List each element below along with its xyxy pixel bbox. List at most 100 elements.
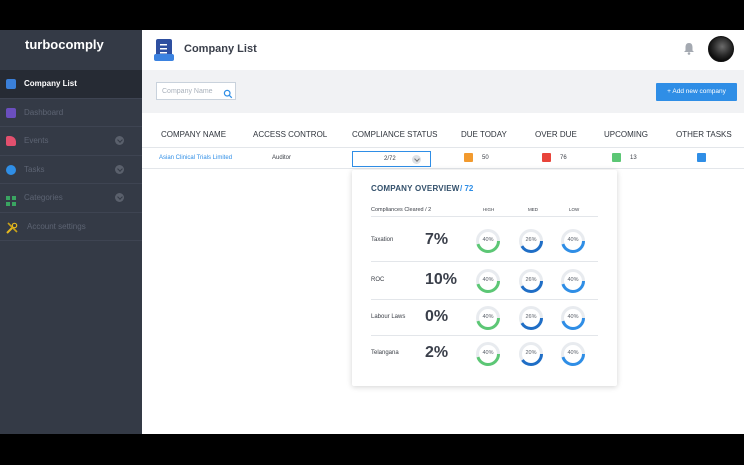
- donut-chart: 40%: [476, 229, 500, 253]
- overview-subtitle: Compliances Cleared / 2: [371, 207, 432, 213]
- events-icon: [6, 136, 16, 146]
- sidebar-item-label: Company List: [24, 79, 77, 89]
- overview-row-percent: 7%: [425, 231, 449, 248]
- sidebar-item-company-list[interactable]: Company List: [0, 70, 142, 99]
- company-list-icon: [6, 79, 16, 89]
- donut-chart: 26%: [519, 229, 543, 253]
- overview-row-label: ROC: [371, 277, 385, 283]
- overview-row-percent: 0%: [425, 308, 449, 325]
- avatar[interactable]: [708, 36, 734, 62]
- donut-label: 20%: [525, 350, 537, 356]
- donut-chart: 40%: [561, 306, 585, 330]
- column-header-other-tasks[interactable]: OTHER TASKS: [676, 130, 732, 139]
- company-overview-panel: COMPANY OVERVIEW / 72 Compliances Cleare…: [352, 170, 617, 386]
- sidebar-item-account-settings[interactable]: Account settings: [0, 213, 142, 241]
- donut-label: 26%: [525, 237, 537, 243]
- overview-title: COMPANY OVERVIEW: [371, 184, 460, 193]
- donut-label: 40%: [567, 350, 579, 356]
- chevron-down-icon[interactable]: [115, 164, 124, 174]
- column-header-company-name[interactable]: COMPANY NAME: [161, 130, 226, 139]
- over-due-square-icon: [542, 153, 551, 162]
- column-header-upcoming[interactable]: UPCOMING: [604, 130, 648, 139]
- overview-total: / 72: [460, 184, 474, 193]
- overview-row-label: Telangana: [371, 350, 399, 356]
- company-table: COMPANY NAME ACCESS CONTROL COMPLIANCE S…: [142, 113, 744, 169]
- other-tasks-square-icon: [697, 153, 706, 162]
- sidebar-item-dashboard[interactable]: Dashboard: [0, 99, 142, 127]
- sidebar-item-label: Events: [24, 136, 49, 146]
- upcoming-square-icon: [612, 153, 621, 162]
- compliance-status-value: 2/72: [384, 156, 396, 162]
- donut-chart: 26%: [519, 306, 543, 330]
- toolbar: + Add new company: [142, 70, 744, 113]
- donut-chart: 40%: [476, 342, 500, 366]
- column-med: MED: [528, 207, 538, 212]
- donut-label: 40%: [567, 277, 579, 283]
- over-due-count: 76: [560, 155, 567, 161]
- sidebar-item-label: Categories: [24, 193, 63, 203]
- donut-label: 40%: [482, 350, 494, 356]
- overview-row-percent: 10%: [425, 271, 458, 288]
- access-control-value: Auditor: [272, 155, 292, 161]
- logo: turbocomply: [25, 37, 104, 52]
- donut-chart: 40%: [561, 229, 585, 253]
- donut-label: 26%: [525, 314, 537, 320]
- sidebar: Company List Dashboard Events Tasks Cate…: [0, 30, 142, 434]
- upcoming-count: 13: [630, 155, 637, 161]
- donut-chart: 40%: [561, 269, 585, 293]
- add-company-button[interactable]: + Add new company: [656, 83, 737, 101]
- donut-chart: 40%: [476, 306, 500, 330]
- donut-label: 26%: [525, 277, 537, 283]
- tasks-icon: [6, 164, 16, 175]
- donut-chart: 40%: [561, 342, 585, 366]
- overview-row: Labour Laws 0% 40% 26% 40%: [352, 300, 617, 336]
- company-list-icon: [154, 39, 174, 61]
- search-icon[interactable]: [223, 86, 233, 99]
- due-today-square-icon: [464, 153, 473, 162]
- sidebar-item-events[interactable]: Events: [0, 127, 142, 156]
- donut-label: 40%: [482, 314, 494, 320]
- donut-chart: 26%: [519, 269, 543, 293]
- chevron-down-icon[interactable]: [115, 136, 124, 145]
- column-header-due-today[interactable]: DUE TODAY: [461, 130, 507, 139]
- compliance-status-dropdown[interactable]: 2/72: [352, 151, 431, 167]
- sidebar-item-categories[interactable]: Categories: [0, 184, 142, 213]
- donut-label: 40%: [567, 314, 579, 320]
- column-header-access-control[interactable]: ACCESS CONTROL: [253, 130, 327, 139]
- table-row[interactable]: Asian Clinical Trials Limited Auditor 2/…: [142, 147, 744, 169]
- page-header: Company List: [142, 30, 744, 70]
- tools-icon: [6, 221, 18, 234]
- overview-row: Taxation 7% 40% 26% 40%: [352, 220, 617, 262]
- chevron-down-icon[interactable]: [115, 193, 124, 202]
- overview-row-percent: 2%: [425, 344, 449, 361]
- company-name-link[interactable]: Asian Clinical Trials Limited: [159, 155, 232, 161]
- sidebar-item-label: Dashboard: [24, 107, 64, 117]
- page-title: Company List: [184, 43, 257, 55]
- divider: [371, 216, 598, 217]
- dashboard-icon: [6, 107, 16, 118]
- donut-label: 40%: [482, 237, 494, 243]
- sidebar-item-label: Tasks: [24, 164, 45, 174]
- app-window: Company List Dashboard Events Tasks Cate…: [0, 30, 744, 434]
- column-header-compliance-status[interactable]: COMPLIANCE STATUS: [352, 130, 438, 139]
- table-header: COMPANY NAME ACCESS CONTROL COMPLIANCE S…: [142, 113, 744, 147]
- sidebar-item-tasks[interactable]: Tasks: [0, 156, 142, 184]
- bell-icon[interactable]: [683, 42, 695, 55]
- overview-row-label: Labour Laws: [371, 314, 406, 320]
- overview-row: ROC 10% 40% 26% 40%: [352, 262, 617, 300]
- search-box: [156, 82, 236, 100]
- donut-chart: 40%: [476, 269, 500, 293]
- column-header-over-due[interactable]: OVER DUE: [535, 130, 577, 139]
- sidebar-nav: Company List Dashboard Events Tasks Cate…: [0, 70, 142, 241]
- donut-label: 40%: [567, 237, 579, 243]
- column-low: LOW: [569, 207, 580, 212]
- column-high: HIGH: [483, 207, 495, 212]
- chevron-down-icon[interactable]: [412, 155, 421, 164]
- categories-icon: [6, 193, 16, 206]
- overview-row: Telangana 2% 40% 20% 40%: [352, 336, 617, 372]
- donut-chart: 20%: [519, 342, 543, 366]
- due-today-count: 50: [482, 155, 489, 161]
- sidebar-item-label: Account settings: [27, 221, 86, 231]
- search-input[interactable]: [162, 86, 218, 97]
- donut-label: 40%: [482, 277, 494, 283]
